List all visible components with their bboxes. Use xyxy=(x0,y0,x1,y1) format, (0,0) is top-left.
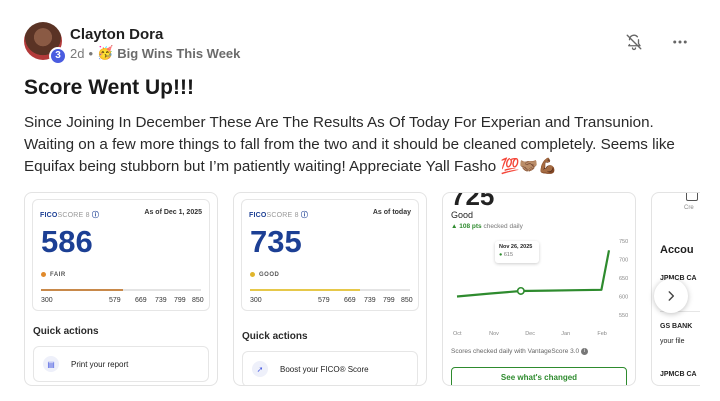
score-scale-fill xyxy=(41,289,123,291)
see-whats-changed-button[interactable]: See what's changed xyxy=(451,367,627,385)
x-tick-label: Jan xyxy=(561,331,570,337)
document-icon: ▤ xyxy=(43,356,59,372)
y-tick-label: 600 xyxy=(619,295,628,301)
score-date: As of Dec 1, 2025 xyxy=(144,209,202,216)
fico-score-panel: FICOSCORE 8 ⓘ As of today 735 GOOD 300 5… xyxy=(241,199,419,311)
gallery-image-3[interactable]: 725 Good ▲ 108 pts checked daily 550 600 6… xyxy=(442,192,636,386)
chart-tooltip: Nov 26, 2025 ● 615 xyxy=(495,241,539,263)
bell-off-icon[interactable] xyxy=(624,32,644,52)
x-tick-label: Nov xyxy=(489,331,499,337)
tooltip-value: ● 615 xyxy=(499,252,514,258)
scale-label: 300 xyxy=(41,297,53,304)
chart-footnote: Scores checked daily with VantageScore 3… xyxy=(451,348,588,355)
post-header: 3 Clayton Dora 2d • 🥳 Big Wins This Week xyxy=(24,22,696,65)
fico-score-value: 586 xyxy=(41,224,93,259)
score-rating: GOOD xyxy=(250,272,279,278)
scale-label: 850 xyxy=(192,297,204,304)
meta-separator: • xyxy=(88,45,94,61)
x-tick-label: Dec xyxy=(525,331,535,337)
fico-score-panel: FICOSCORE 8 ⓘ As of Dec 1, 2025 586 FAIR… xyxy=(32,199,210,311)
group-emoji: 🥳 xyxy=(97,45,114,60)
post-meta: 2d • 🥳 Big Wins This Week xyxy=(70,45,240,61)
gallery-image-1[interactable]: FICOSCORE 8 ⓘ As of Dec 1, 2025 586 FAIR… xyxy=(24,192,218,386)
header-actions xyxy=(624,32,690,52)
scale-label: 579 xyxy=(318,297,330,304)
y-tick-label: 650 xyxy=(619,276,628,282)
score-scale-labels: 300 579 669 739 799 850 xyxy=(250,297,413,307)
score-rating: Good xyxy=(451,210,474,220)
scale-label: 739 xyxy=(155,297,167,304)
post-title: Score Went Up!!! xyxy=(24,76,194,99)
accounts-heading: Accou xyxy=(660,244,694,256)
account-item: GS BANK xyxy=(660,323,693,330)
score-scale-bar xyxy=(41,289,201,291)
score-scale-labels: 300 579 669 739 799 850 xyxy=(41,297,204,307)
post-time: 2d xyxy=(70,45,85,61)
account-item-note: your file xyxy=(660,338,685,345)
scale-label: 579 xyxy=(109,297,121,304)
scale-label: 850 xyxy=(401,297,413,304)
more-horizontal-icon[interactable] xyxy=(670,32,690,52)
fico-logo: FICOSCORE 8 ⓘ xyxy=(249,212,309,219)
x-tick-label: Oct xyxy=(453,331,462,337)
account-item: JPMCB CA xyxy=(660,371,697,378)
scale-label: 799 xyxy=(174,297,186,304)
tooltip-point xyxy=(516,286,525,295)
score-history-chart: 550 600 650 700 750 Oct Nov Dec Jan Feb xyxy=(453,239,628,337)
scale-label: 300 xyxy=(250,297,262,304)
score-change: ▲ 108 pts checked daily xyxy=(451,223,523,230)
x-tick-label: Feb xyxy=(597,331,606,337)
scale-label: 739 xyxy=(364,297,376,304)
scale-label: 799 xyxy=(383,297,395,304)
action-label: Print your report xyxy=(71,359,129,369)
fico-score-value: 735 xyxy=(250,224,302,259)
action-label: Boost your FICO® Score xyxy=(280,364,369,374)
card-top-text: Cre xyxy=(684,205,694,211)
chevron-right-icon[interactable] xyxy=(654,279,688,313)
card-icon xyxy=(686,193,698,201)
vantage-score-value: 725 xyxy=(451,192,495,211)
score-date: As of today xyxy=(372,209,411,216)
score-rating: FAIR xyxy=(41,272,66,278)
quick-actions-title: Quick actions xyxy=(242,331,308,342)
info-icon[interactable]: i xyxy=(580,348,588,355)
tooltip-date: Nov 26, 2025 xyxy=(499,244,533,250)
post-body: Since Joining In December These Are The … xyxy=(24,114,675,175)
image-gallery: FICOSCORE 8 ⓘ As of Dec 1, 2025 586 FAIR… xyxy=(24,192,700,388)
scale-label: 669 xyxy=(344,297,356,304)
score-scale-fill xyxy=(250,289,361,291)
y-tick-label: 550 xyxy=(619,313,628,319)
score-scale-bar xyxy=(250,289,410,291)
y-tick-label: 700 xyxy=(619,258,628,264)
group-name[interactable]: Big Wins This Week xyxy=(117,46,240,61)
quick-actions-title: Quick actions xyxy=(33,326,99,337)
fico-logo: FICOSCORE 8 ⓘ xyxy=(40,212,100,219)
rocket-icon: ➚ xyxy=(252,361,268,377)
author-name[interactable]: Clayton Dora xyxy=(70,26,163,43)
level-badge: 3 xyxy=(49,47,67,65)
boost-score-action[interactable]: ➚ Boost your FICO® Score xyxy=(242,351,418,385)
gallery-image-2[interactable]: FICOSCORE 8 ⓘ As of today 735 GOOD 300 5… xyxy=(233,192,427,386)
scale-label: 669 xyxy=(135,297,147,304)
y-tick-label: 750 xyxy=(619,239,628,245)
print-report-action[interactable]: ▤ Print your report xyxy=(33,346,209,382)
